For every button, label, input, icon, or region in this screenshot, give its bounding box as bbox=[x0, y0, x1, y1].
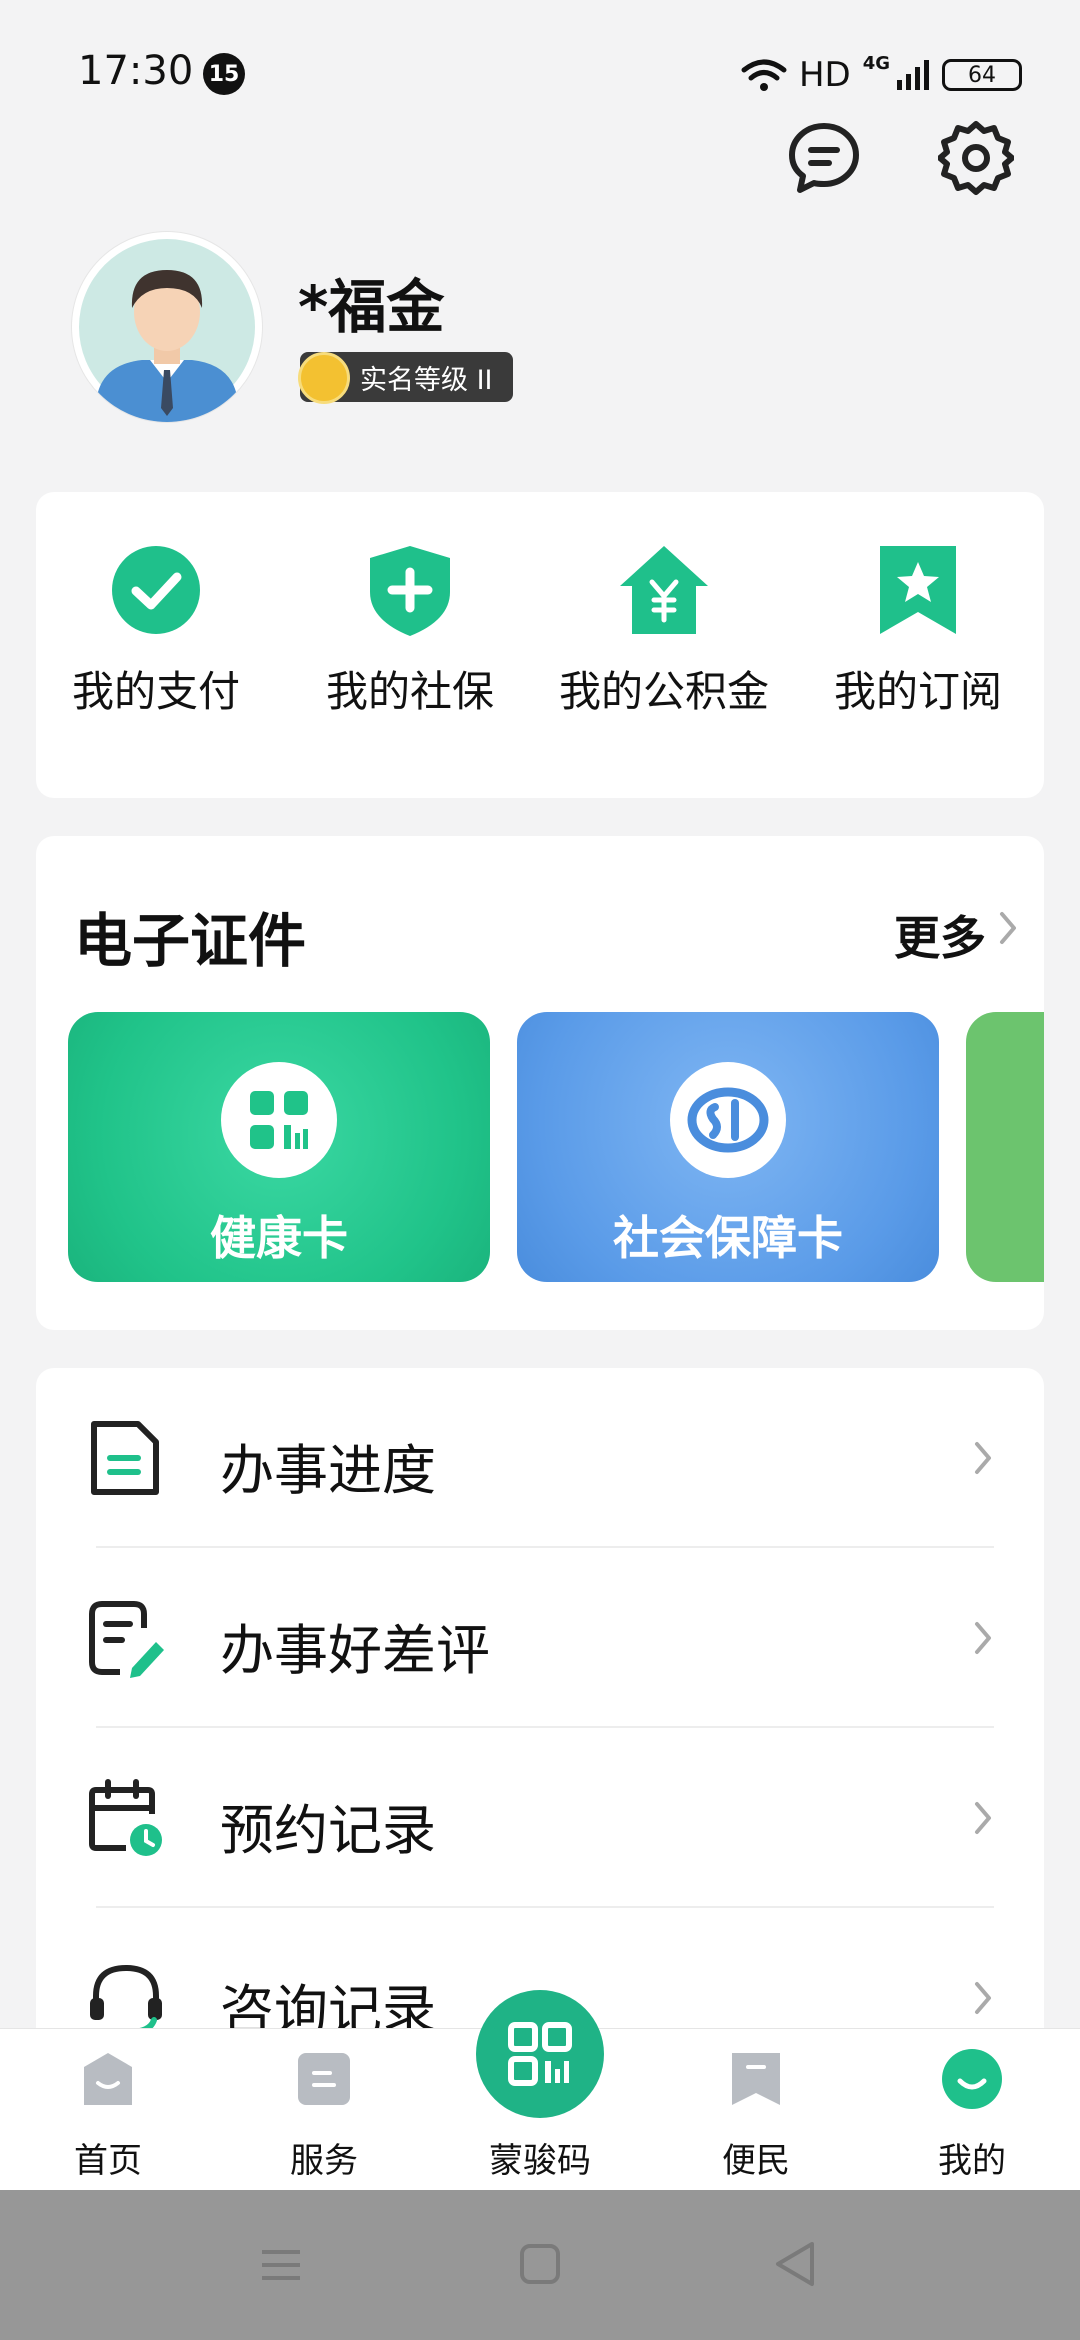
quick-action-social-security[interactable]: 我的社保 bbox=[290, 542, 530, 719]
tab-services[interactable]: 服务 bbox=[216, 2029, 432, 2191]
user-avatar-icon bbox=[79, 239, 255, 422]
social-security-card-tile[interactable]: 社会保障卡 bbox=[517, 1012, 939, 1282]
medal-icon bbox=[298, 352, 350, 404]
network-type: 4G bbox=[862, 52, 890, 74]
profile-face-icon bbox=[942, 2049, 1002, 2109]
gear-icon[interactable] bbox=[938, 120, 1014, 196]
message-icon[interactable] bbox=[786, 120, 862, 196]
quick-action-subscription[interactable]: 我的订阅 bbox=[798, 542, 1038, 719]
status-bar: 17:30 15 HD 4G 64 bbox=[0, 0, 1080, 140]
tab-label: 首页 bbox=[74, 2141, 142, 2181]
chevron-right-icon[interactable] bbox=[996, 908, 1020, 948]
tab-convenience[interactable]: 便民 bbox=[648, 2029, 864, 2191]
scan-code-button[interactable] bbox=[476, 1990, 604, 2118]
signal-icon bbox=[897, 60, 929, 90]
home-nav-icon[interactable] bbox=[518, 2242, 562, 2286]
check-circle-icon bbox=[112, 546, 200, 634]
home-icon bbox=[84, 2053, 132, 2105]
tab-label: 蒙骏码 bbox=[489, 2141, 591, 2181]
house-yen-icon bbox=[620, 546, 708, 634]
quick-action-label: 我的支付 bbox=[71, 667, 240, 716]
verification-badge[interactable]: 实名等级 II bbox=[298, 352, 513, 404]
chevron-right-icon bbox=[975, 1622, 991, 1654]
qr-code-icon bbox=[221, 1062, 337, 1178]
list-item-label: 办事进度 bbox=[220, 1439, 436, 1502]
services-icon bbox=[298, 2053, 350, 2105]
status-time: 17:30 bbox=[78, 48, 194, 94]
wifi-icon bbox=[741, 59, 787, 91]
quick-action-payment[interactable]: 我的支付 bbox=[36, 542, 276, 719]
quick-actions-card: 我的支付 我的社保 我的公积金 我的订阅 bbox=[36, 492, 1044, 798]
menu-icon[interactable] bbox=[258, 2242, 304, 2288]
list-item-progress[interactable]: 办事进度 bbox=[36, 1368, 1044, 1548]
back-icon[interactable] bbox=[772, 2240, 818, 2288]
social-security-card-label: 社会保障卡 bbox=[613, 1211, 843, 1265]
social-security-logo-icon bbox=[670, 1062, 786, 1178]
tab-label: 便民 bbox=[722, 2141, 790, 2181]
calendar-clock-icon bbox=[89, 1779, 162, 1856]
headset-icon bbox=[90, 1964, 162, 2035]
list-item-label: 预约记录 bbox=[220, 1799, 436, 1862]
list-item-review[interactable]: 办事好差评 bbox=[36, 1548, 1044, 1728]
health-card-label: 健康卡 bbox=[210, 1211, 348, 1265]
records-card: 办事进度 办事好差评 预约记录 咨询记录 bbox=[36, 1368, 1044, 2068]
list-item-label: 办事好差评 bbox=[220, 1619, 490, 1682]
quick-action-housing-fund[interactable]: 我的公积金 bbox=[544, 542, 784, 719]
tab-label: 我的 bbox=[938, 2141, 1006, 2181]
user-name: *福金 bbox=[298, 273, 445, 341]
hd-indicator: HD bbox=[798, 55, 851, 95]
status-indicators: HD 4G 64 bbox=[741, 52, 1022, 98]
additional-card-tile[interactable] bbox=[966, 1012, 1044, 1282]
shield-plus-icon bbox=[370, 546, 450, 636]
tab-mine[interactable]: 我的 bbox=[864, 2029, 1080, 2191]
convenience-icon bbox=[732, 2053, 780, 2105]
quick-action-label: 我的订阅 bbox=[833, 667, 1002, 716]
tab-label: 服务 bbox=[290, 2141, 358, 2181]
quick-action-label: 我的公积金 bbox=[558, 667, 769, 716]
qr-code-icon bbox=[508, 2022, 572, 2086]
bookmark-star-icon bbox=[880, 546, 956, 634]
certificates-card: 电子证件 更多 健康卡 社会保障卡 bbox=[36, 836, 1044, 1330]
chevron-right-icon bbox=[975, 1442, 991, 1474]
quick-action-label: 我的社保 bbox=[325, 667, 494, 716]
chevron-right-icon bbox=[975, 1982, 991, 2014]
health-card-tile[interactable]: 健康卡 bbox=[68, 1012, 490, 1282]
system-nav-bar bbox=[0, 2190, 1080, 2340]
battery-indicator: 64 bbox=[942, 59, 1022, 91]
certificates-title: 电子证件 bbox=[74, 907, 307, 975]
review-edit-icon bbox=[89, 1601, 164, 1678]
list-item-appointments[interactable]: 预约记录 bbox=[36, 1728, 1044, 1908]
chevron-right-icon bbox=[975, 1802, 991, 1834]
avatar[interactable] bbox=[72, 232, 262, 422]
more-link[interactable]: 更多 bbox=[894, 902, 986, 968]
tab-home[interactable]: 首页 bbox=[0, 2029, 216, 2191]
notification-badge: 15 bbox=[203, 53, 245, 95]
document-icon bbox=[91, 1421, 159, 1495]
verification-level: 实名等级 II bbox=[360, 364, 493, 396]
